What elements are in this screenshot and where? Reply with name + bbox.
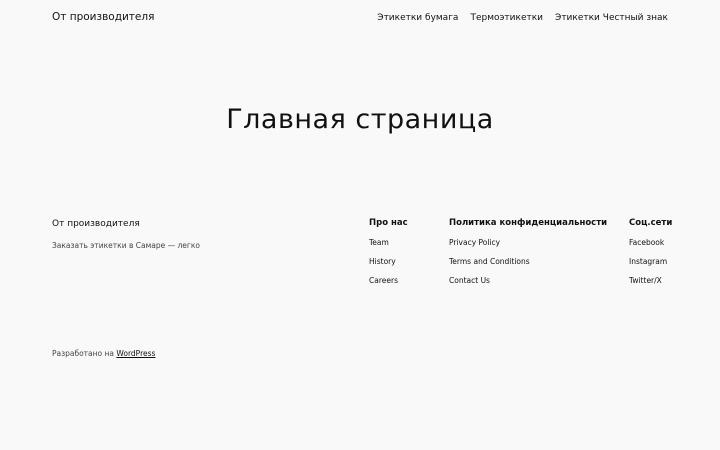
footer-link-facebook[interactable]: Facebook xyxy=(629,238,664,247)
footer-column-about: Про нас Team History Careers xyxy=(369,217,408,294)
nav-item-thermal-labels[interactable]: Термоэтикетки xyxy=(470,11,543,25)
footer-link-privacy-policy[interactable]: Privacy Policy xyxy=(449,238,500,247)
wordpress-link[interactable]: WordPress xyxy=(116,349,155,358)
footer-link-team[interactable]: Team xyxy=(369,238,389,247)
footer-credit: Разработано на WordPress xyxy=(52,348,155,360)
list-item: Twitter/X xyxy=(629,275,672,286)
main-navigation: Этикетки бумага Термоэтикетки Этикетки Ч… xyxy=(377,11,668,25)
list-item: Team xyxy=(369,237,408,248)
footer-link-history[interactable]: History xyxy=(369,257,396,266)
footer-column-title: Про нас xyxy=(369,218,408,228)
footer-link-contact[interactable]: Contact Us xyxy=(449,276,490,285)
list-item: History xyxy=(369,256,408,267)
footer-column-social: Соц.сети Facebook Instagram Twitter/X xyxy=(629,217,672,294)
page: От производителя Этикетки бумага Термоэт… xyxy=(0,0,720,450)
list-item: Facebook xyxy=(629,237,672,248)
site-title-link[interactable]: От производителя xyxy=(52,10,154,24)
footer-link-twitter[interactable]: Twitter/X xyxy=(629,276,662,285)
list-item: Careers xyxy=(369,275,408,286)
footer-link-list: Facebook Instagram Twitter/X xyxy=(629,237,672,286)
footer-link-instagram[interactable]: Instagram xyxy=(629,257,667,266)
list-item: Contact Us xyxy=(449,275,607,286)
footer-column-title: Соц.сети xyxy=(629,218,673,228)
footer-link-list: Privacy Policy Terms and Conditions Cont… xyxy=(449,237,607,286)
footer-column-privacy: Политика конфиденциальности Privacy Poli… xyxy=(449,217,607,294)
list-item: Privacy Policy xyxy=(449,237,607,248)
list-item: Instagram xyxy=(629,256,672,267)
nav-item-paper-labels[interactable]: Этикетки бумага xyxy=(377,11,458,25)
page-title: Главная страница xyxy=(226,104,494,135)
footer-link-terms[interactable]: Terms and Conditions xyxy=(449,257,530,266)
footer-tagline: Заказать этикетки в Самаре — легко xyxy=(52,241,200,250)
nav-item-honest-sign-labels[interactable]: Этикетки Честный знак xyxy=(555,11,668,25)
list-item: Terms and Conditions xyxy=(449,256,607,267)
footer-brand: От производителя xyxy=(52,219,140,229)
footer-link-careers[interactable]: Careers xyxy=(369,276,398,285)
credit-prefix: Разработано на xyxy=(52,349,117,358)
footer-column-title: Политика конфиденциальности xyxy=(449,218,608,228)
footer-link-list: Team History Careers xyxy=(369,237,408,286)
